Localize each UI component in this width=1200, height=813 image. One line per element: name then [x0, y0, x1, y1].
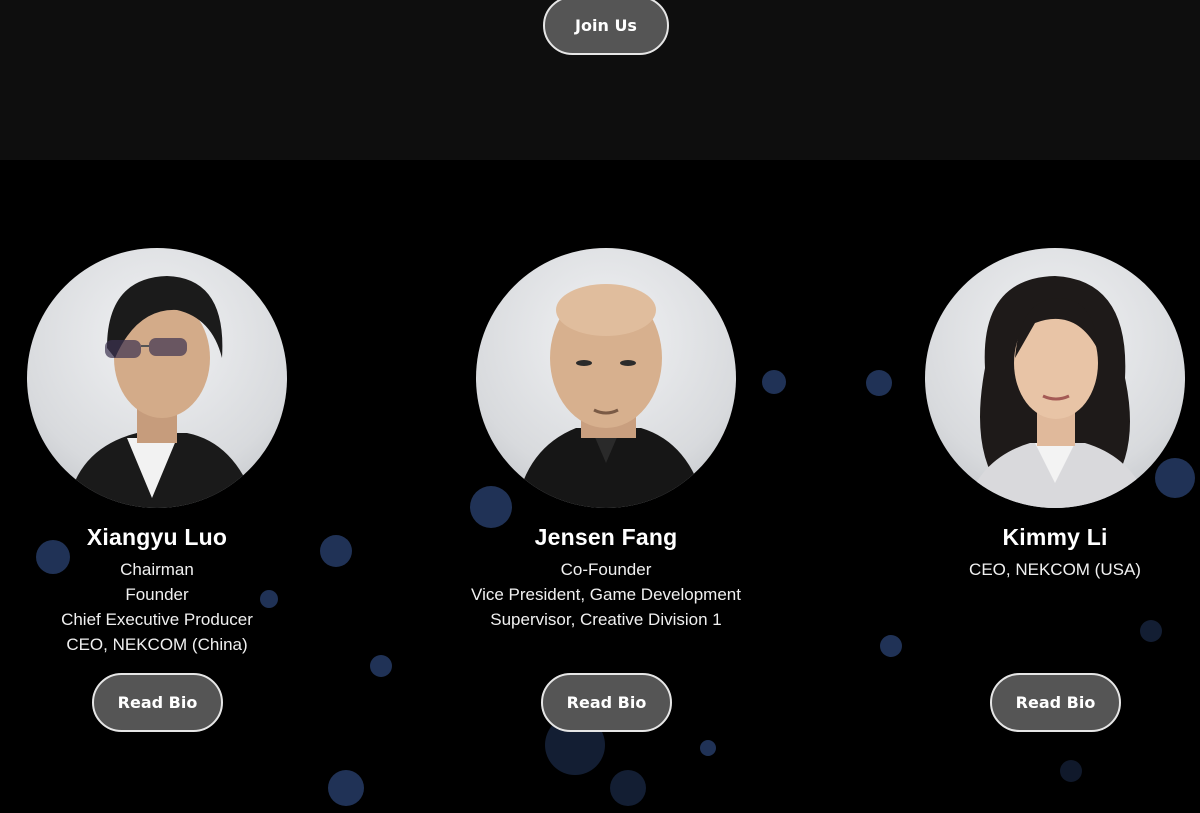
- top-section: Join Us: [0, 0, 1200, 160]
- member-role: Founder: [125, 585, 189, 604]
- member-roles: Co-Founder Vice President, Game Developm…: [456, 557, 756, 632]
- member-role: CEO, NEKCOM (USA): [969, 560, 1141, 579]
- team-section: Xiangyu Luo Chairman Founder Chief Execu…: [0, 160, 1200, 813]
- member-role: Chairman: [120, 560, 194, 579]
- member-roles: Chairman Founder Chief Executive Produce…: [7, 557, 307, 657]
- member-role: Chief Executive Producer: [61, 610, 253, 629]
- portrait-image: [516, 284, 706, 508]
- team-member-card: Xiangyu Luo Chairman Founder Chief Execu…: [7, 248, 307, 657]
- bokeh-dot: [328, 770, 364, 806]
- avatar: [27, 248, 287, 508]
- member-name: Kimmy Li: [1002, 524, 1108, 550]
- bokeh-dot: [1140, 620, 1162, 642]
- avatar: [476, 248, 736, 508]
- avatar: [925, 248, 1185, 508]
- bokeh-dot: [320, 535, 352, 567]
- member-role: Supervisor, Creative Division 1: [490, 610, 722, 629]
- read-bio-button[interactable]: Read Bio: [990, 673, 1121, 732]
- team-member-card: Kimmy Li CEO, NEKCOM (USA): [905, 248, 1200, 582]
- bokeh-dot: [866, 370, 892, 396]
- member-roles: CEO, NEKCOM (USA): [905, 557, 1200, 582]
- bokeh-dot: [370, 655, 392, 677]
- read-bio-button[interactable]: Read Bio: [92, 673, 223, 732]
- bokeh-dot: [762, 370, 786, 394]
- member-role: CEO, NEKCOM (China): [66, 635, 248, 654]
- bokeh-dot: [700, 740, 716, 756]
- member-role: Co-Founder: [560, 560, 652, 579]
- bokeh-dot: [610, 770, 646, 806]
- bokeh-dot: [1060, 760, 1082, 782]
- bokeh-dot: [880, 635, 902, 657]
- member-name: Xiangyu Luo: [86, 524, 228, 550]
- member-name: Jensen Fang: [534, 524, 678, 550]
- portrait-image: [67, 276, 257, 508]
- read-bio-button[interactable]: Read Bio: [541, 673, 672, 732]
- team-member-card: Jensen Fang Co-Founder Vice President, G…: [456, 248, 756, 632]
- join-us-button[interactable]: Join Us: [543, 0, 669, 55]
- portrait-image: [965, 276, 1150, 508]
- member-role: Vice President, Game Development: [471, 585, 741, 604]
